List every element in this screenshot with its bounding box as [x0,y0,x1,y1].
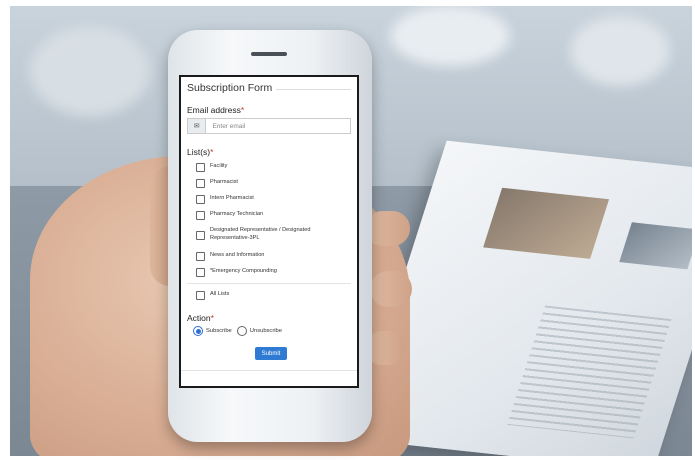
list-item-pharmacist[interactable]: Pharmacist [196,179,340,188]
action-radio-group: Subscribe Unsubscribe [193,326,287,336]
list-item-all-lists[interactable]: All Lists [196,291,340,300]
background-light [30,26,150,116]
finger [370,271,412,307]
email-field: ✉ [187,118,351,134]
checkbox[interactable] [196,163,205,172]
checkbox[interactable] [196,195,205,204]
phone-speaker [251,52,287,56]
action-label: Action* [187,313,214,323]
subscribe-radio[interactable] [193,326,203,336]
email-input[interactable] [206,119,350,133]
unsubscribe-radio[interactable] [236,326,247,336]
magazine-photo [619,222,692,270]
list-item-pharmacy-technician[interactable]: Pharmacy Technician [196,211,340,220]
list-item-designated-representative[interactable]: Designated Representative / Designated R… [196,227,340,242]
checkbox-label: Designated Representative / Designated R… [210,227,311,241]
subscribe-label: Subscribe [206,328,232,334]
list-item-facility[interactable]: Facility [196,163,340,172]
checkbox[interactable] [196,231,205,240]
checkbox-label: *Emergency Compounding [210,268,277,274]
submit-button[interactable]: Submit [255,347,287,360]
checkbox-label: Facility [210,163,228,169]
list-item-emergency-compounding[interactable]: *Emergency Compounding [196,268,340,277]
checkbox[interactable] [196,179,205,188]
background-light [570,16,670,86]
required-mark: * [210,147,214,157]
magazine-text [507,305,672,439]
list-item-intern-pharmacist[interactable]: Intern Pharmacist [196,195,340,204]
email-label-text: Email address [187,105,241,115]
checkbox[interactable] [196,252,205,261]
checkbox-label: All Lists [210,291,230,297]
checkbox-label: Intern Pharmacist [210,195,254,201]
checkbox[interactable] [196,211,205,220]
divider [181,370,357,371]
phone: Subscription Form Email address* ✉ List(… [168,30,372,442]
checkbox-label: Pharmacist [210,179,238,185]
lists-label-text: List(s) [187,147,211,157]
checkbox-label: Pharmacy Technician [210,211,264,217]
email-label: Email address* [187,105,244,115]
lists-label: List(s)* [187,147,213,157]
divider [187,283,351,284]
list-item-news-and-information[interactable]: News and Information [196,252,340,261]
background-light [390,6,510,66]
magazine-photo [483,187,610,259]
action-label-text: Action [187,313,211,323]
phone-screen: Subscription Form Email address* ✉ List(… [179,75,359,388]
checkbox[interactable] [196,291,205,300]
form-title: Subscription Form [187,82,277,94]
envelope-icon: ✉ [188,119,207,133]
unsubscribe-label: Unsubscribe [249,328,283,334]
checkbox[interactable] [196,268,205,277]
checkbox-label: News and Information [210,252,265,258]
required-mark: * [210,313,214,323]
required-mark: * [240,105,245,115]
